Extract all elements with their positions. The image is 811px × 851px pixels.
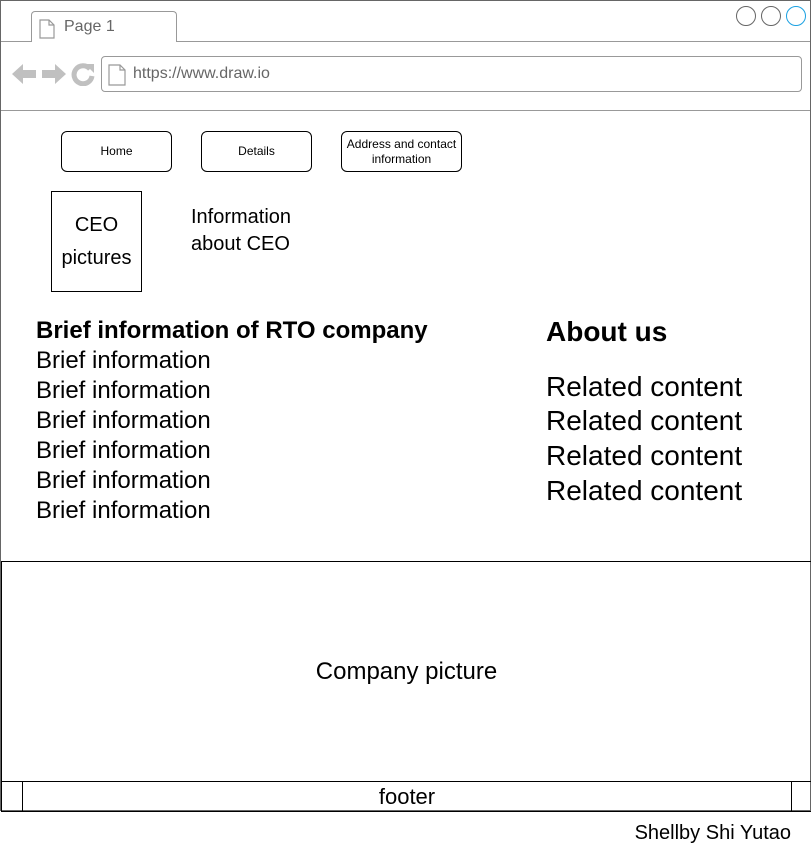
page-icon [39,19,55,44]
about-us-title: About us [546,316,668,347]
brief-info-title: Brief information of RTO company [36,317,428,344]
related-content-item[interactable]: Related content [546,371,742,403]
page-icon [108,64,126,91]
ceo-info: Information about CEO [191,206,292,255]
tab-page-1[interactable]: Page 1 [31,11,177,42]
navigation-bar: https://www.draw.io [1,42,810,111]
address-bar[interactable]: https://www.draw.io [101,56,802,92]
footer-label: footer [378,783,436,809]
author-credit: Shellby Shi Yutao [634,822,791,844]
brief-info-item: Brief information [36,437,211,464]
reload-icon[interactable] [71,62,95,91]
arrow-left-icon[interactable] [11,62,37,91]
brief-info-item: Brief information [36,377,211,404]
footer-content: footer [22,781,792,812]
related-content-item[interactable]: Related content [546,440,742,472]
home-button[interactable]: Home [61,131,172,172]
close-button[interactable] [786,6,806,26]
arrow-right-icon[interactable] [41,62,67,91]
related-content-item[interactable]: Related content [546,405,742,437]
browser-window: Page 1 https://www.draw.io Home Details … [0,0,811,812]
url-text: https://www.draw.io [133,65,270,82]
tab-strip: Page 1 [1,1,810,42]
company-picture-label: Company picture [315,657,498,685]
maximize-button[interactable] [761,6,781,26]
brief-info-item: Brief information [36,407,211,434]
company-picture: Company picture [1,561,811,782]
tab-label: Page 1 [64,18,115,35]
details-button[interactable]: Details [201,131,312,172]
related-content-item[interactable]: Related content [546,475,742,507]
brief-info-item: Brief information [36,467,211,494]
brief-info-item: Brief information [36,347,211,374]
brief-info-item: Brief information [36,497,211,524]
minimize-button[interactable] [736,6,756,26]
address-contact-button[interactable]: Address and contact information [341,131,462,172]
ceo-picture: CEO pictures [51,191,142,292]
footer: footer [1,781,811,812]
